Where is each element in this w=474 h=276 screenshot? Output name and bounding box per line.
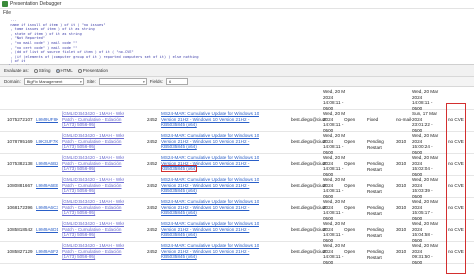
fixlet-title[interactable]: MS24-MAR: Cumulative Update for Windows … [161, 177, 259, 198]
fixlet-group[interactable]: [GMLID:B43420 - 1MAH - Wks Patch - Cumul… [62, 243, 124, 264]
chevron-down-icon: ▾ [143, 80, 145, 84]
fix-state: Pending Restart [367, 249, 384, 260]
fields-label: Fields: [149, 79, 164, 84]
last-check: Wed, 20 Mar 2024 15:03:39 - 0500 [412, 177, 439, 198]
domain-label: Domain: [4, 79, 21, 84]
date-issued: Wed, 20 Mar 2024 14:08:11 - 0500 [323, 243, 345, 264]
user-email: best.diego@ciuntheo.com.ar [291, 249, 326, 254]
last-check: Wed, 20 Mar 2024 14:08:11 - 0500 [412, 89, 439, 110]
row-id: 1085827129 [7, 249, 33, 254]
fixlet-title[interactable]: MS24-MAR: Cumulative Update for Windows … [161, 111, 259, 132]
title-bar: Presentation Debugger [0, 0, 474, 9]
evaluate-options: Evaluate as: String HTML Presentation [0, 65, 474, 77]
last-check: Wed, 20 Mar 2024 15:00:24 - 0500 [412, 133, 439, 154]
fixlet-title[interactable]: MS24-MAR: Cumulative Update for Windows … [161, 243, 259, 264]
table-row[interactable]: Wed, 20 Mar 2024 14:08:11 - 0500 Wed, 20 … [0, 88, 474, 110]
exit-code: 3010 [396, 249, 407, 254]
table-row[interactable]: 1085818542L9M9A6D18[GMLID:B43420 - 1MAH … [0, 220, 474, 242]
fixlet-group[interactable]: [GMLID:B43420 - 1MAH - Wks Patch - Cumul… [62, 111, 124, 132]
date-issued: Wed, 20 Mar 2024 14:08:11 - 0500 [323, 199, 345, 220]
last-check: Wed, 20 Mar 2024 09:31:50 - 0500 [412, 243, 439, 264]
relevance-editor[interactable]: ... name if isnull of item ) of it ( "no… [0, 17, 474, 68]
last-check: Wed, 20 Mar 2024 15:02:04 - 0500 [412, 155, 439, 176]
computer-link[interactable]: L9M9A6F21 [36, 249, 58, 270]
app-icon [2, 1, 8, 7]
fixlet-title[interactable]: MS24-MAR: Cumulative Update for Windows … [161, 199, 259, 220]
last-check: Sun, 17 Mar 2024 23:01:22 - 0500 [412, 111, 438, 132]
fixlet-title[interactable]: MS24-MAR: Cumulative Update for Windows … [161, 133, 259, 154]
fixlet-group[interactable]: [GMLID:B43420 - 1MAH - Wks Patch - Cumul… [62, 199, 124, 220]
table-row[interactable]: 1068172396L9M9A6C3E[GMLID:B43420 - 1MAH … [0, 198, 474, 220]
site-label: Site: [86, 79, 96, 84]
date-issued: Wed, 20 Mar 2024 14:08:11 - 0500 [323, 221, 345, 242]
table-row[interactable]: 1075272107L9M9UF8K9[GMLID:B43420 - 1MAH … [0, 110, 474, 132]
site-select[interactable]: ▾ [98, 78, 147, 85]
date-issued: Wed, 20 Mar 2024 14:08:11 - 0500 [323, 111, 345, 132]
highlight-cve-column [446, 103, 466, 274]
highlight-kb [161, 165, 197, 172]
menu-file[interactable]: File [3, 10, 11, 16]
last-check: Wed, 20 Mar 2024 15:04:58 - 0500 [412, 221, 439, 242]
results-grid: Wed, 20 Mar 2024 14:08:11 - 0500Wed, 20 … [0, 88, 474, 276]
date-issued: Wed, 20 Mar 2024 14:08:11 - 0500 [323, 155, 345, 176]
filter-bar: Domain: BigFix Management ▾ Site: ▾ Field… [0, 77, 474, 87]
evaluate-label: Evaluate as: [4, 68, 29, 73]
window-title: Presentation Debugger [10, 1, 62, 7]
table-row[interactable]: 1085827129L9M9A6F21[GMLID:B43420 - 1MAH … [0, 242, 474, 264]
table-row[interactable]: 1075382138L9M9A6B25[GMLID:B43420 - 1MAH … [0, 154, 474, 176]
table-row[interactable]: 1078795169L9K3UF7KD[GMLID:B43420 - 1MAH … [0, 132, 474, 154]
date-issued: Wed, 20 Mar 2024 14:08:11 - 0500 [323, 133, 345, 154]
radio-html[interactable]: HTML [55, 68, 73, 73]
menu-bar: File [0, 9, 474, 17]
fixlet-id: 2452 [147, 249, 158, 254]
date-issued: Wed, 20 Mar 2024 14:08:11 - 0500 [323, 177, 345, 198]
radio-string[interactable]: String [33, 68, 51, 73]
fixlet-group[interactable]: [GMLID:B43420 - 1MAH - Wks Patch - Cumul… [62, 221, 124, 242]
fixlet-group[interactable]: [GMLID:B43420 - 1MAH - Wks Patch - Cumul… [62, 133, 124, 154]
fixlet-group[interactable]: [GMLID:B43420 - 1MAH - Wks Patch - Cumul… [62, 155, 124, 176]
fixlet-group[interactable] [62, 89, 124, 110]
domain-select[interactable]: BigFix Management ▾ [23, 78, 84, 85]
chevron-down-icon: ▾ [80, 80, 82, 84]
status: Open [344, 249, 356, 254]
fields-input[interactable]: 6 [166, 78, 189, 85]
fixlet-title[interactable] [161, 89, 259, 110]
date-issued: Wed, 20 Mar 2024 14:08:11 - 0500 [323, 89, 345, 110]
fixlet-group[interactable]: [GMLID:B43420 - 1MAH - Wks Patch - Cumul… [62, 177, 124, 198]
radio-presentation[interactable]: Presentation [77, 68, 108, 73]
table-row[interactable]: 1080881667L9M9A6EB4[GMLID:B43420 - 1MAH … [0, 176, 474, 198]
last-check: Wed, 20 Mar 2024 15:05:17 - 0500 [412, 199, 439, 220]
fixlet-title[interactable]: MS24-MAR: Cumulative Update for Windows … [161, 221, 259, 242]
